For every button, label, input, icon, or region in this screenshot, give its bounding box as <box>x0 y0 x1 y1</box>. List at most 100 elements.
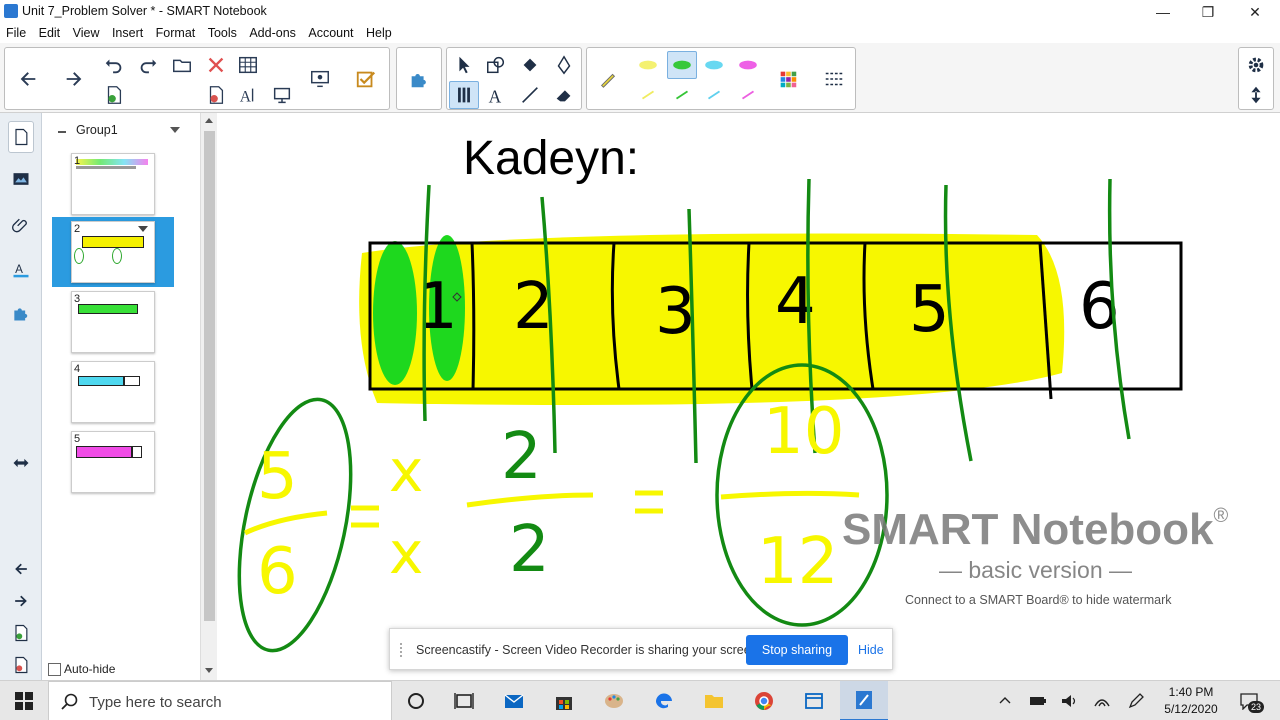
fill-tool-button[interactable] <box>515 51 545 79</box>
line-style-button[interactable] <box>819 65 849 93</box>
stop-sharing-button[interactable]: Stop sharing <box>746 635 848 665</box>
insert-table-button[interactable] <box>233 51 263 79</box>
system-clock[interactable]: 1:40 PM 5/12/2020 <box>1158 684 1224 718</box>
cyan-highlighter-button[interactable] <box>699 51 729 79</box>
next-page-button[interactable] <box>59 65 89 93</box>
paint-app-button[interactable] <box>590 681 638 720</box>
page-thumbnail-image <box>71 221 155 283</box>
drag-handle-icon[interactable] <box>400 643 406 657</box>
eraser-tool-button[interactable] <box>549 81 579 109</box>
shapes-tool-button[interactable] <box>481 51 511 79</box>
menu-file[interactable]: File <box>6 24 26 43</box>
group-collapse-icon[interactable] <box>58 131 66 133</box>
edge-browser-button[interactable] <box>640 681 688 720</box>
green-highlighter-button[interactable] <box>667 51 697 79</box>
minimize-button[interactable]: — <box>1148 2 1178 22</box>
response-button[interactable] <box>351 65 381 93</box>
mail-app-button[interactable] <box>490 681 538 720</box>
scroll-down-icon[interactable] <box>205 668 213 673</box>
network-status[interactable] <box>1090 681 1114 720</box>
move-toolbar-button[interactable] <box>1241 81 1271 109</box>
battery-status[interactable] <box>1026 681 1050 720</box>
text-properties-button[interactable]: A <box>233 81 263 109</box>
taskbar-search-box[interactable]: Type here to search <box>48 681 392 720</box>
menu-format[interactable]: Format <box>156 24 196 43</box>
add-ons-button[interactable] <box>404 65 434 93</box>
task-view-button[interactable] <box>440 681 488 720</box>
view-screens-button[interactable] <box>305 65 335 93</box>
open-file-button[interactable] <box>167 51 197 79</box>
yellow-line-button[interactable] <box>633 81 663 109</box>
green-line-button[interactable] <box>667 81 697 109</box>
file-explorer-button[interactable] <box>690 681 738 720</box>
start-button[interactable] <box>0 681 48 720</box>
cortana-button[interactable] <box>392 681 440 720</box>
color-palette-button[interactable] <box>773 65 803 93</box>
page-thumbnail-4[interactable]: 4 <box>52 357 174 427</box>
add-ons-tab[interactable] <box>8 297 34 329</box>
previous-page-button[interactable] <box>13 65 43 93</box>
menu-edit[interactable]: Edit <box>39 24 61 43</box>
select-tool-button[interactable] <box>449 51 479 79</box>
volume-control[interactable] <box>1058 681 1082 720</box>
delete-button[interactable] <box>201 51 231 79</box>
page-thumbnail-image <box>71 361 155 423</box>
text-tool-button[interactable]: A <box>481 81 511 109</box>
sidebar-previous-page-button[interactable] <box>8 553 34 585</box>
menu-help[interactable]: Help <box>366 24 392 43</box>
eraser-pen-button[interactable] <box>549 51 579 79</box>
sorter-scrollbar[interactable] <box>200 113 217 680</box>
page-thumbnail-3[interactable]: 3 <box>52 287 174 357</box>
undo-button[interactable] <box>99 51 129 79</box>
auto-hide-checkbox[interactable] <box>48 662 61 676</box>
clock-date: 5/12/2020 <box>1164 702 1218 716</box>
cyan-line-button[interactable] <box>699 81 729 109</box>
green-numerator-2: 2 <box>501 420 542 494</box>
show-hidden-icons-button[interactable] <box>994 681 1016 720</box>
group-menu-arrow-icon[interactable] <box>170 127 180 133</box>
properties-tab[interactable]: A <box>8 253 34 285</box>
gallery-tab[interactable] <box>8 163 34 195</box>
whiteboard-canvas[interactable]: Kadeyn: 1 2 3 4 5 6 5 6 x x 2 2 10 12 SM… <box>217 113 1280 680</box>
pink-highlighter-button[interactable] <box>733 51 763 79</box>
menu-view[interactable]: View <box>73 24 100 43</box>
delete-page-button[interactable] <box>201 81 231 109</box>
close-button[interactable]: ✕ <box>1240 2 1270 22</box>
menu-insert[interactable]: Insert <box>112 24 143 43</box>
pens-tool-button[interactable] <box>449 81 479 109</box>
pink-line-button[interactable] <box>733 81 763 109</box>
hide-sharing-bar-button[interactable]: Hide <box>858 643 884 657</box>
page-thumbnail-1[interactable]: 1 <box>52 149 174 219</box>
page-thumbnail-2[interactable]: 2 <box>52 217 174 287</box>
attachments-tab[interactable] <box>8 209 34 241</box>
resize-sorter-button[interactable] <box>8 447 34 479</box>
yellow-highlighter-button[interactable] <box>633 51 663 79</box>
scroll-up-icon[interactable] <box>205 118 213 123</box>
pen-workspace-button[interactable] <box>1124 681 1148 720</box>
sidebar-add-page-button[interactable] <box>8 617 34 649</box>
sidebar-next-page-button[interactable] <box>8 585 34 617</box>
auto-hide-toggle[interactable]: Auto-hide <box>48 662 115 676</box>
settings-button[interactable] <box>1241 51 1271 79</box>
redo-button[interactable] <box>133 51 163 79</box>
page-thumbnail-5[interactable]: 5 <box>52 427 174 497</box>
table-icon <box>239 56 257 74</box>
page-sorter-tab[interactable] <box>8 121 34 153</box>
sidebar-delete-page-button[interactable] <box>8 649 34 681</box>
menu-tools[interactable]: Tools <box>208 24 237 43</box>
page-menu-arrow-icon[interactable] <box>138 226 148 232</box>
store-app-button[interactable] <box>540 681 588 720</box>
scrollbar-thumb[interactable] <box>204 131 215 621</box>
action-center-button[interactable]: 23 <box>1234 681 1265 720</box>
smart-notebook-taskbar-button[interactable] <box>840 681 888 720</box>
menu-account[interactable]: Account <box>308 24 353 43</box>
screen-shade-button[interactable] <box>267 81 297 109</box>
chrome-button[interactable] <box>740 681 788 720</box>
window-app-button[interactable] <box>790 681 838 720</box>
svg-text:A: A <box>489 86 502 106</box>
menu-add-ons[interactable]: Add-ons <box>249 24 296 43</box>
line-tool-button[interactable] <box>515 81 545 109</box>
highlighter-pen-button[interactable] <box>593 65 623 93</box>
add-page-button[interactable] <box>99 81 129 109</box>
restore-button[interactable]: ❐ <box>1193 2 1223 22</box>
